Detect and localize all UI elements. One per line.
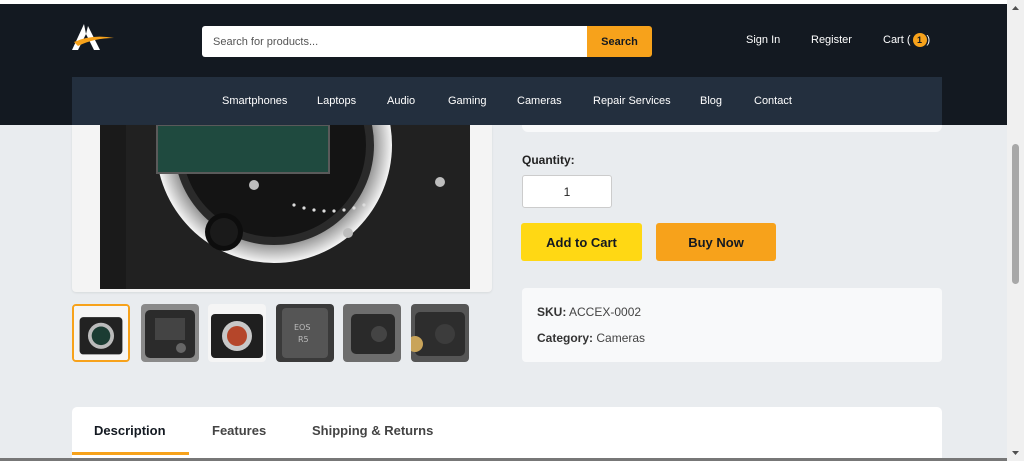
add-to-cart-button[interactable]: Add to Cart <box>521 223 642 261</box>
thumbnail-image <box>141 304 199 362</box>
scroll-down-arrow-icon[interactable] <box>1007 444 1024 461</box>
cart-label-close: ) <box>926 33 931 46</box>
search-input[interactable] <box>202 26 589 57</box>
quantity-input[interactable] <box>522 175 612 208</box>
thumbnail-3[interactable] <box>208 304 266 362</box>
cart-count-badge: 1 <box>912 33 927 47</box>
main-product-image[interactable] <box>72 125 492 292</box>
page-scrollbar[interactable] <box>1007 0 1024 461</box>
nav-item-laptops[interactable]: Laptops <box>317 95 356 107</box>
thumbnail-2[interactable] <box>141 304 199 362</box>
product-meta-card: SKU: ACCEX-0002 Category: Cameras <box>522 288 942 362</box>
svg-text:EOS: EOS <box>294 323 310 332</box>
register-link[interactable]: Register <box>811 34 852 46</box>
active-tab-indicator <box>72 452 189 455</box>
nav-item-repair-services[interactable]: Repair Services <box>593 95 671 107</box>
sign-in-link[interactable]: Sign In <box>746 34 780 46</box>
thumbnail-image <box>208 304 266 362</box>
category-row: Category: Cameras <box>537 331 645 345</box>
nav-item-gaming[interactable]: Gaming <box>448 95 487 107</box>
nav-item-contact[interactable]: Contact <box>754 95 792 107</box>
price-card-edge <box>522 125 942 132</box>
cart-label: Cart ( <box>883 33 911 46</box>
thumbnail-5[interactable] <box>343 304 401 362</box>
camera-body-image <box>94 125 470 289</box>
product-tabs: Description Features Shipping & Returns <box>72 407 942 461</box>
thumbnail-1[interactable] <box>72 304 130 362</box>
thumbnail-4[interactable]: EOS R5 <box>276 304 334 362</box>
cart-link[interactable]: Cart (1) <box>883 33 930 47</box>
nav-item-cameras[interactable]: Cameras <box>517 95 562 107</box>
scroll-up-arrow-icon[interactable] <box>1007 0 1024 17</box>
tab-shipping-returns[interactable]: Shipping & Returns <box>312 423 433 438</box>
thumbnail-image <box>74 306 128 360</box>
header-top-border <box>0 0 1007 4</box>
brand-logo-icon[interactable] <box>70 22 116 52</box>
sku-row: SKU: ACCEX-0002 <box>537 305 641 319</box>
quantity-label: Quantity: <box>522 153 575 167</box>
thumbnail-image <box>411 304 469 362</box>
sku-label: SKU: <box>537 305 567 319</box>
svg-text:R5: R5 <box>298 335 309 344</box>
category-label: Category: <box>537 331 594 345</box>
category-nav: Smartphones Laptops Audio Gaming Cameras… <box>72 77 942 125</box>
nav-item-audio[interactable]: Audio <box>387 95 415 107</box>
nav-item-blog[interactable]: Blog <box>700 95 722 107</box>
tab-description[interactable]: Description <box>94 423 166 438</box>
buy-now-button[interactable]: Buy Now <box>656 223 776 261</box>
scrollbar-thumb[interactable] <box>1012 144 1019 284</box>
sku-value: ACCEX-0002 <box>569 305 642 319</box>
category-link[interactable]: Cameras <box>596 331 645 345</box>
thumbnail-6[interactable] <box>411 304 469 362</box>
tab-features[interactable]: Features <box>212 423 266 438</box>
thumbnail-image <box>343 304 401 362</box>
thumbnail-image: EOS R5 <box>276 304 334 362</box>
nav-item-smartphones[interactable]: Smartphones <box>222 95 287 107</box>
search-button[interactable]: Search <box>587 26 652 57</box>
